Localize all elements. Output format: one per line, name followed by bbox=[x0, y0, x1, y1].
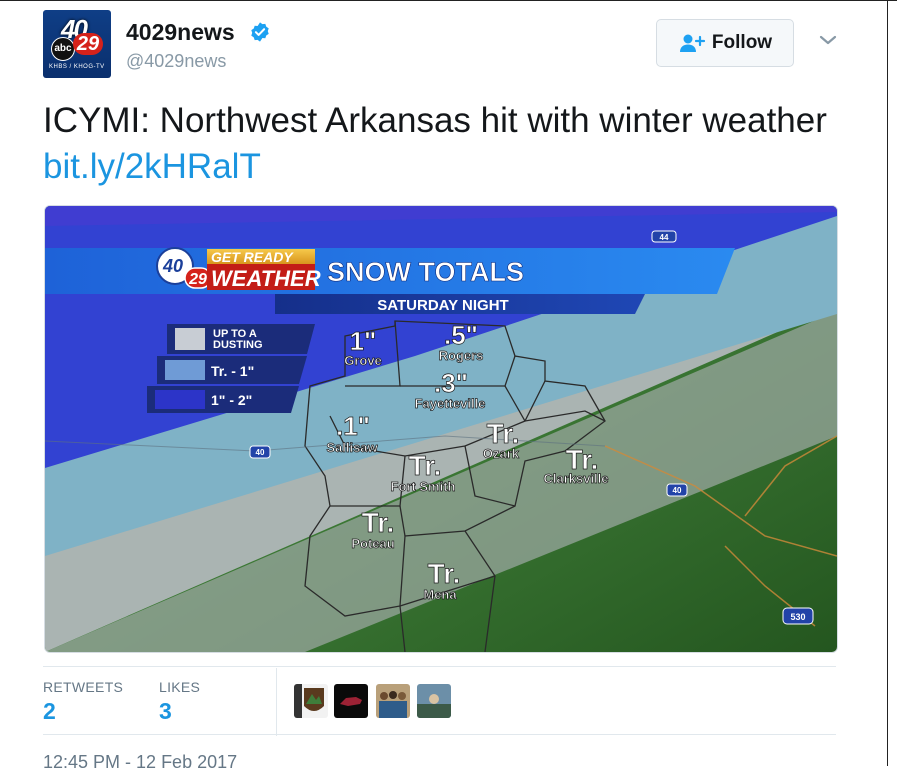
interstate-shield-44: 44 bbox=[651, 230, 677, 243]
legend-label: DUSTING bbox=[213, 339, 263, 351]
interstate-shield-530: 530 bbox=[782, 607, 814, 625]
amount-mena: Tr. bbox=[428, 558, 461, 589]
stats-divider-top bbox=[43, 666, 836, 667]
city-fort-smith: Fort Smith bbox=[391, 479, 456, 494]
likes-label[interactable]: LIKES bbox=[159, 679, 200, 695]
weather-map: 44 40 40 530 40 29 GET READY WEATHER SNO… bbox=[45, 206, 837, 652]
group-photo-avatar-icon bbox=[376, 684, 410, 718]
amount-ozark: Tr. bbox=[487, 418, 520, 449]
shield-label: 44 bbox=[660, 233, 669, 242]
city-clarksville: Clarksville bbox=[543, 471, 608, 486]
city-sallisaw: Sallisaw bbox=[326, 440, 378, 455]
follow-label: Follow bbox=[711, 32, 773, 53]
city-mena: Mena bbox=[423, 587, 457, 602]
stats-vertical-divider bbox=[276, 668, 277, 736]
shield-label: 40 bbox=[673, 486, 682, 495]
stats-divider-bottom bbox=[43, 734, 836, 735]
tweet-text: ICYMI: Northwest Arkansas hit with winte… bbox=[43, 98, 843, 190]
amount-grove: 1" bbox=[350, 326, 377, 356]
city-fayetteville: Fayetteville bbox=[415, 396, 486, 411]
tweet-link[interactable]: bit.ly/2kHRalT bbox=[43, 147, 261, 186]
shield-label: 530 bbox=[790, 612, 805, 622]
avatar-sub: KHBS / KHOG-TV bbox=[49, 64, 105, 70]
liker-avatar[interactable] bbox=[417, 684, 451, 718]
shield-label: 40 bbox=[256, 448, 265, 457]
svg-text:40: 40 bbox=[162, 256, 183, 276]
amount-rogers: .5" bbox=[444, 320, 478, 350]
follow-button[interactable]: Follow bbox=[656, 19, 794, 67]
likes-count[interactable]: 3 bbox=[159, 698, 172, 725]
legend-label: Tr. - 1" bbox=[211, 363, 254, 379]
national-park-avatar-icon bbox=[294, 684, 328, 718]
svg-text:29: 29 bbox=[188, 271, 207, 288]
avatar[interactable]: 40 abc 29 KHBS / KHOG-TV bbox=[43, 10, 111, 78]
avatar-channel: 29 bbox=[73, 33, 103, 55]
amount-sallisaw: .1" bbox=[336, 411, 370, 441]
map-legend: UP TO A DUSTING Tr. - 1" 1" - 2" bbox=[147, 324, 315, 413]
city-poteau: Poteau bbox=[351, 536, 394, 551]
follow-person-icon bbox=[679, 34, 706, 52]
verified-badge-icon bbox=[251, 22, 269, 42]
top-border bbox=[0, 0, 897, 1]
svg-text:GET READY: GET READY bbox=[211, 249, 294, 265]
amount-fort-smith: Tr. bbox=[409, 450, 442, 481]
city-ozark: Ozark bbox=[483, 446, 520, 461]
city-rogers: Rogers bbox=[439, 348, 484, 363]
svg-text:WEATHER: WEATHER bbox=[211, 266, 321, 291]
legend-label: 1" - 2" bbox=[211, 392, 252, 408]
razorback-avatar-icon bbox=[334, 684, 368, 718]
liker-avatar[interactable] bbox=[294, 684, 328, 718]
map-subtitle: SATURDAY NIGHT bbox=[377, 297, 508, 314]
interstate-shield-40-west: 40 bbox=[249, 445, 271, 459]
display-name[interactable]: 4029news bbox=[126, 19, 235, 46]
map-title: SNOW TOTALS bbox=[327, 257, 524, 287]
liker-avatar[interactable] bbox=[334, 684, 368, 718]
tweet-timestamp[interactable]: 12:45 PM - 12 Feb 2017 bbox=[43, 752, 237, 773]
avatar-network: abc bbox=[51, 37, 75, 61]
interstate-shield-40-east: 40 bbox=[666, 483, 688, 497]
outdoor-photo-avatar-icon bbox=[417, 684, 451, 718]
chevron-down-icon[interactable] bbox=[818, 33, 838, 47]
tweet-body: ICYMI: Northwest Arkansas hit with winte… bbox=[43, 101, 827, 140]
retweets-count[interactable]: 2 bbox=[43, 698, 56, 725]
account-handle[interactable]: @4029news bbox=[126, 51, 226, 72]
amount-poteau: Tr. bbox=[362, 507, 395, 538]
amount-fayetteville: .3" bbox=[434, 368, 468, 398]
tweet-image[interactable]: 44 40 40 530 40 29 GET READY WEATHER SNO… bbox=[44, 205, 838, 653]
retweets-label[interactable]: RETWEETS bbox=[43, 679, 123, 695]
city-grove: Grove bbox=[344, 353, 382, 368]
right-border bbox=[887, 0, 888, 766]
liker-avatar[interactable] bbox=[376, 684, 410, 718]
